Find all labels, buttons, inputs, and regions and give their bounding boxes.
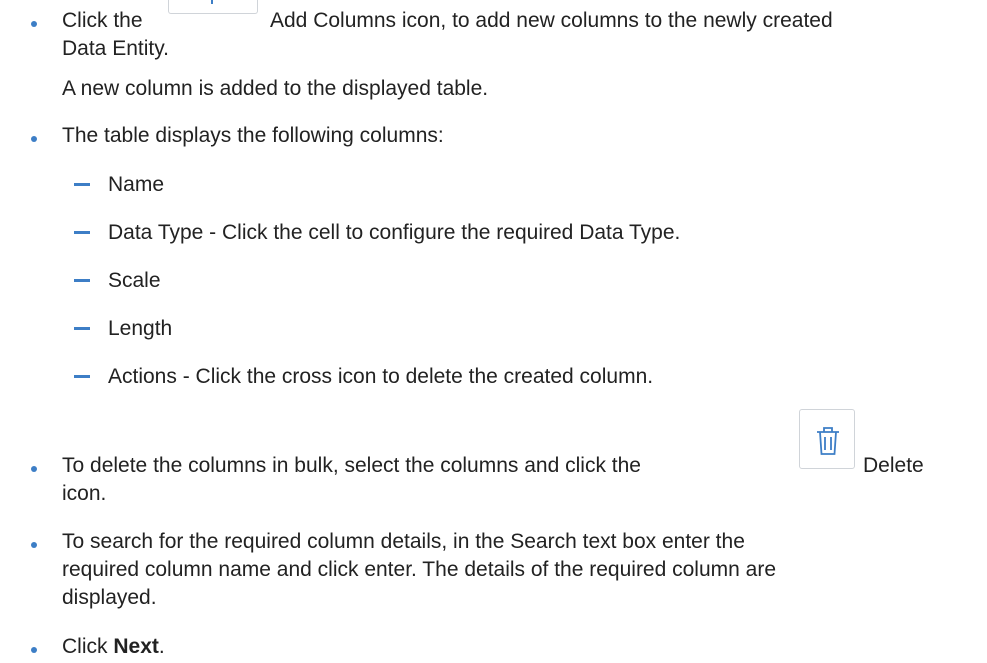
bullet-marker: [31, 129, 45, 143]
add-columns-result-text: A new column is added to the displayed t…: [62, 77, 489, 100]
bullet-marker: [31, 459, 45, 473]
search-text-line2: required column name and click enter. Th…: [62, 558, 777, 581]
column-item-name: Name: [108, 173, 165, 196]
delete-bulk-text-post: Delete: [863, 454, 924, 477]
add-columns-text-pre: Click the: [62, 9, 143, 32]
column-item-data-type: Data Type - Click the cell to configure …: [108, 221, 681, 244]
delete-bulk-text-line2: icon.: [62, 482, 107, 505]
next-button-label: Next: [113, 635, 159, 658]
column-item-actions: Actions - Click the cross icon to delete…: [108, 365, 654, 388]
bullet-marker: [31, 14, 45, 28]
add-columns-icon: [168, 0, 258, 14]
add-columns-text-line2: Data Entity.: [62, 37, 169, 60]
dash-marker: [74, 279, 90, 282]
trash-icon: [799, 409, 855, 469]
search-text-line1: To search for the required column detail…: [62, 530, 745, 553]
dash-marker: [74, 375, 90, 378]
next-text-pre: Click: [62, 635, 114, 658]
next-instruction: Click Next.: [62, 633, 165, 660]
dash-marker: [74, 327, 90, 330]
search-text-line3: displayed.: [62, 586, 157, 609]
bullet-marker: [31, 535, 45, 549]
add-columns-text-post: Add Columns icon, to add new columns to …: [270, 9, 833, 32]
column-item-scale: Scale: [108, 269, 161, 292]
dash-marker: [74, 183, 90, 186]
next-text-post: .: [158, 635, 165, 658]
delete-bulk-text-pre: To delete the columns in bulk, select th…: [62, 454, 641, 477]
bullet-marker: [31, 640, 45, 654]
dash-marker: [74, 231, 90, 234]
column-item-length: Length: [108, 317, 173, 340]
table-columns-intro: The table displays the following columns…: [62, 124, 444, 147]
